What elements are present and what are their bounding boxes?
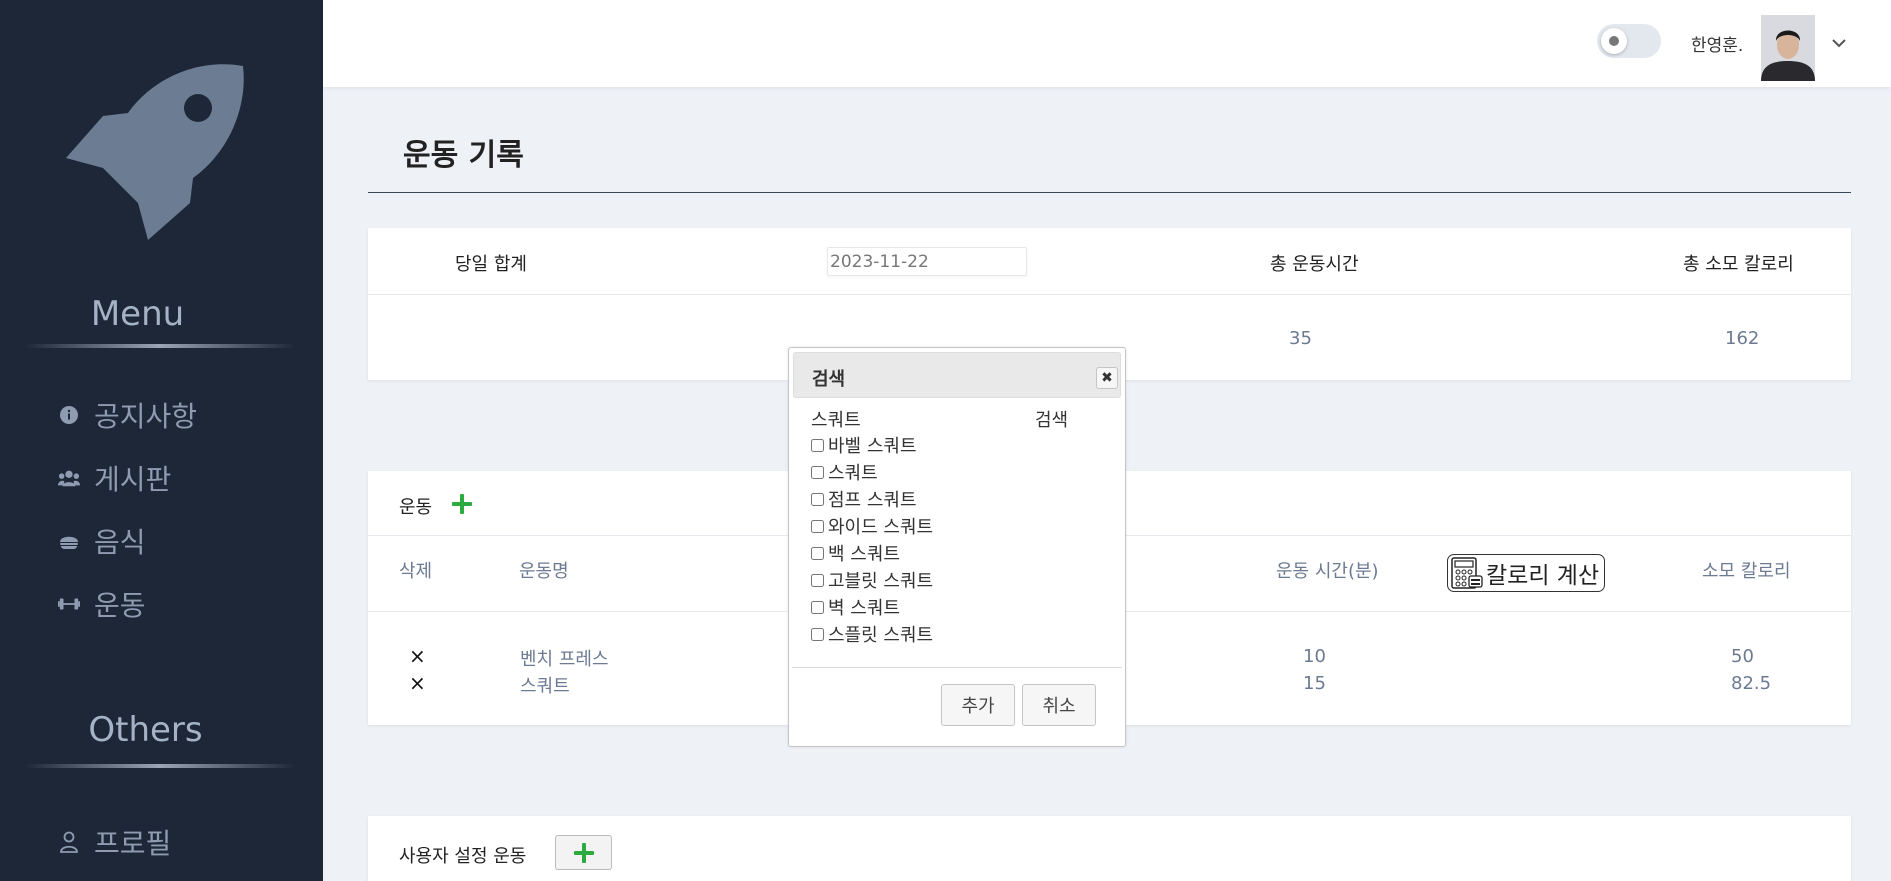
col-exercise-name: 운동명 [519,561,569,582]
food-icon [58,530,80,552]
sidebar-item-label: 공지사항 [94,400,198,433]
close-icon[interactable]: ✖ [1096,367,1118,389]
total-time-value: 35 [1289,328,1312,349]
add-button[interactable]: 추가 [941,684,1015,726]
exercise-option[interactable]: 스쿼트 [811,459,878,485]
search-button[interactable]: 검색 [1035,406,1068,432]
exercise-option-label: 바벨 스쿼트 [828,436,917,457]
exercise-option-checkbox[interactable] [811,600,824,614]
sidebar-item-label: 음식 [94,526,146,559]
exercise-name-link[interactable]: 스쿼트 [520,672,570,698]
sidebar-item-board[interactable]: 게시판 [58,458,171,498]
sidebar-item-label: 게시판 [94,463,172,496]
total-calorie-value: 162 [1725,328,1760,349]
exercise-option[interactable]: 벽 스쿼트 [811,594,900,620]
calorie-calc-button[interactable]: 칼로리 계산 [1447,554,1605,592]
exercise-time-value: 10 [1303,646,1326,667]
exercise-calorie-value: 82.5 [1731,673,1772,694]
exercise-option-checkbox[interactable] [811,546,824,560]
col-calorie: 소모 칼로리 [1702,561,1791,582]
plus-icon [573,842,595,864]
exercise-time-value: 15 [1303,673,1326,694]
avatar[interactable] [1761,15,1815,81]
date-field[interactable] [827,247,1027,276]
dialog-titlebar[interactable]: 검색 ✖ [793,352,1121,398]
page-title: 운동 기록 [403,138,524,173]
sidebar-item-exercise[interactable]: 운동 [58,584,146,624]
search-term: 스쿼트 [811,410,861,431]
exercise-option-checkbox[interactable] [811,492,824,506]
dumbbell-icon [58,593,80,615]
add-custom-exercise-button[interactable] [555,835,612,870]
exercise-option[interactable]: 고블릿 스쿼트 [811,567,933,593]
cancel-button[interactable]: 취소 [1022,684,1096,726]
exercise-option-checkbox[interactable] [811,573,824,587]
sidebar-item-profile[interactable]: 프로필 [58,822,171,862]
users-icon [58,467,80,489]
dialog-title: 검색 [812,369,846,390]
daily-total-label: 당일 합계 [455,254,527,275]
exercise-option-checkbox[interactable] [811,438,824,452]
exercise-option-label: 와이드 스쿼트 [828,517,934,538]
sidebar-item-food[interactable]: 음식 [58,521,146,561]
exercise-name-link[interactable]: 벤치 프레스 [520,645,609,671]
menu-title: Menu [90,294,185,334]
exercise-option-label: 스쿼트 [828,463,878,484]
exercise-option-label: 점프 스쿼트 [828,490,917,511]
sidebar-item-notice[interactable]: 공지사항 [58,395,197,435]
total-time-header: 총 운동시간 [1270,254,1359,275]
rocket-icon[interactable] [58,58,248,248]
exercise-option[interactable]: 점프 스쿼트 [811,486,917,512]
exercise-option-checkbox[interactable] [811,519,824,533]
exercise-section-label: 운동 [399,497,433,518]
exercise-option[interactable]: 와이드 스쿼트 [811,513,933,539]
user-icon [58,831,80,853]
info-icon [58,404,80,426]
total-calorie-header: 총 소모 칼로리 [1683,254,1794,275]
exercise-calorie-value: 50 [1731,646,1754,667]
sidebar-item-label: 운동 [94,589,146,622]
add-exercise-plus-icon[interactable] [451,493,473,515]
exercise-option[interactable]: 스플릿 스쿼트 [811,621,933,647]
exercise-option[interactable]: 바벨 스쿼트 [811,432,917,458]
chevron-down-icon[interactable] [1828,32,1850,54]
exercise-option-label: 고블릿 스쿼트 [828,571,934,592]
col-exercise-time: 운동 시간(분) [1276,561,1379,582]
custom-section-label: 사용자 설정 운동 [399,846,527,867]
exercise-option-label: 스플릿 스쿼트 [828,625,934,646]
calorie-calc-label: 칼로리 계산 [1486,563,1600,589]
col-delete: 삭제 [399,561,433,582]
calculator-icon [1451,557,1483,589]
title-divider [368,192,1851,193]
delete-row-button[interactable]: × [409,644,426,668]
search-dialog: 검색 ✖ 스쿼트 검색 바벨 스쿼트 스쿼트 점프 스쿼트 와이드 스쿼트 백 … [788,347,1126,747]
menu-divider [25,344,295,348]
username: 한영훈. [1691,36,1744,56]
exercise-option-checkbox[interactable] [811,465,824,479]
theme-toggle[interactable] [1597,24,1661,58]
sidebar: Menu 공지사항 게시판 음식 운동 Others 프로필 [0,0,323,881]
delete-row-button[interactable]: × [409,671,426,695]
exercise-option-checkbox[interactable] [811,627,824,641]
others-title: Others [88,710,203,750]
exercise-option-label: 벽 스쿼트 [828,598,900,619]
toggle-knob [1601,28,1627,54]
dialog-divider [792,667,1122,668]
exercise-option-label: 백 스쿼트 [828,544,900,565]
card-divider [368,294,1851,295]
others-divider [25,764,295,768]
sidebar-item-label: 프로필 [94,827,172,860]
exercise-option[interactable]: 백 스쿼트 [811,540,900,566]
